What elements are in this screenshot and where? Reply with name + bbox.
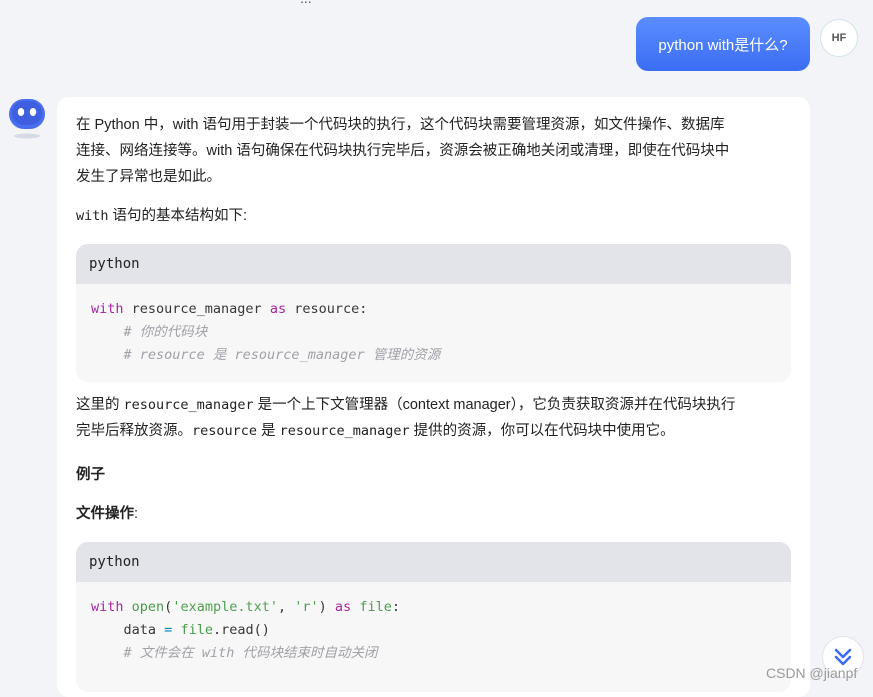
inline-code: resource	[192, 423, 258, 439]
user-avatar-initials: HF	[831, 32, 847, 44]
code-token: )	[318, 599, 335, 615]
watermark: CSDN @jianpf	[766, 665, 858, 681]
code-token: 'example.txt'	[172, 599, 278, 615]
structure-intro-text: 语句的基本结构如下:	[108, 208, 248, 224]
code-token: with	[91, 599, 124, 615]
user-message-bubble: python with是什么?	[636, 17, 810, 71]
code-comment: # resource 是 resource_manager 管理的资源	[91, 347, 441, 363]
file-ops-heading-row: 文件操作:	[76, 501, 792, 527]
inline-code: resource_manager	[123, 397, 254, 413]
code-token: as	[269, 301, 287, 317]
code-token: ,	[277, 599, 295, 615]
intro-line-1: 在 Python 中，with 语句用于封装一个代码块的执行，这个代码块需要管理…	[76, 117, 725, 133]
explanation-paragraph: 这里的 resource_manager 是一个上下文管理器（context m…	[76, 392, 792, 444]
code-token: file	[359, 599, 392, 615]
code-language-text: python	[89, 554, 140, 570]
user-message-text: python with是什么?	[658, 36, 788, 54]
code-token: data	[91, 622, 165, 638]
code-language-label: python	[76, 244, 791, 284]
code-token: 'r'	[294, 599, 319, 615]
robot-avatar-icon	[7, 97, 47, 141]
file-ops-heading: 文件操作	[76, 506, 134, 522]
code-block-file-example: python with open('example.txt', 'r') as …	[76, 542, 791, 692]
code-block-structure: python with resource_manager as resource…	[76, 244, 791, 382]
intro-line-3: 发生了异常也是如此。	[76, 169, 221, 185]
explain-text: 完毕后释放资源。	[76, 423, 192, 439]
code-comment: # 你的代码块	[91, 324, 208, 340]
code-token: :	[391, 599, 400, 615]
explain-text: 是	[257, 423, 280, 439]
code-token: with	[91, 301, 124, 317]
user-avatar[interactable]: HF	[820, 19, 858, 57]
explain-text: 提供的资源，你可以在代码块中使用它。	[409, 423, 675, 439]
code-token: open	[131, 599, 165, 615]
code-token: resource_manager	[123, 301, 270, 317]
code-content[interactable]: with open('example.txt', 'r') as file: d…	[76, 582, 791, 665]
explain-text: 这里的	[76, 397, 124, 413]
code-language-text: python	[89, 256, 140, 272]
file-ops-colon: :	[134, 506, 139, 522]
previous-message-fade: ...	[0, 0, 873, 10]
code-comment: # 文件会在 with 代码块结束时自动关闭	[91, 645, 378, 661]
structure-intro: with 语句的基本结构如下:	[76, 203, 792, 229]
code-token: file	[180, 622, 213, 638]
code-token: resource:	[286, 301, 368, 317]
inline-code-with: with	[76, 208, 109, 224]
intro-line-2: 连接、网络连接等。with 语句确保在代码块执行完毕后，资源会被正确地关闭或清理…	[76, 143, 730, 159]
code-content[interactable]: with resource_manager as resource: # 你的代…	[76, 284, 791, 367]
code-token: as	[334, 599, 352, 615]
example-heading: 例子	[76, 467, 105, 483]
code-token: .read()	[212, 622, 270, 638]
answer-intro: 在 Python 中，with 语句用于封装一个代码块的执行，这个代码块需要管理…	[76, 112, 792, 190]
explain-text: 是一个上下文管理器（context manager），它负责获取资源并在代码块执…	[253, 397, 736, 413]
explain-line-1: 这里的 resource_manager 是一个上下文管理器（context m…	[76, 392, 792, 418]
code-language-label: python	[76, 542, 791, 582]
inline-code: resource_manager	[279, 423, 410, 439]
explain-line-2: 完毕后释放资源。resource 是 resource_manager 提供的资…	[76, 418, 792, 444]
